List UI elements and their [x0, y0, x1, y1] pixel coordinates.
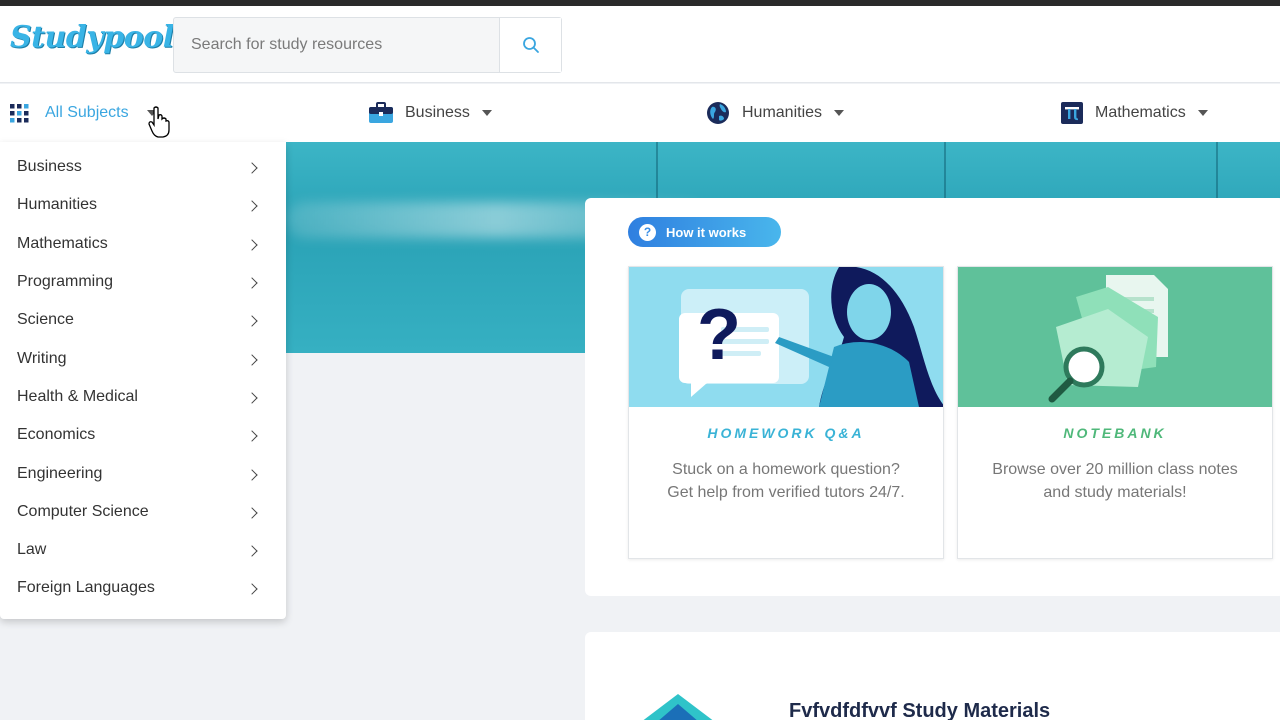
chevron-right-icon — [246, 392, 258, 404]
pi-icon — [1061, 102, 1083, 124]
nav-mathematics[interactable]: Mathematics — [1061, 84, 1208, 142]
homework-qa-desc-line2: Get help from verified tutors 24/7. — [667, 484, 905, 501]
dropdown-item-label: Economics — [17, 426, 96, 444]
dropdown-item-law[interactable]: Law — [0, 531, 286, 569]
how-it-works-button[interactable]: ? How it works — [628, 217, 781, 247]
studypool-logo[interactable]: Studypool — [10, 20, 174, 55]
dropdown-item-economics[interactable]: Economics — [0, 416, 286, 454]
notebank-description: Browse over 20 million class notes and s… — [980, 458, 1250, 504]
dropdown-item-humanities[interactable]: Humanities — [0, 186, 286, 224]
dropdown-item-label: Law — [17, 541, 47, 559]
dropdown-item-label: Foreign Languages — [17, 579, 155, 597]
briefcase-icon — [369, 102, 393, 123]
chevron-down-icon — [481, 110, 492, 116]
chevron-right-icon — [246, 353, 258, 366]
chevron-down-icon — [834, 110, 845, 116]
homework-illustration: ? — [629, 267, 943, 407]
homework-qa-title: HOMEWORK Q&A — [707, 425, 865, 441]
study-materials-heading: Fvfvdfdfvvf Study Materials — [789, 700, 1051, 720]
search-box — [173, 17, 562, 73]
all-subjects-label: All Subjects — [45, 104, 129, 121]
notebank-desc-line1: Browse over 20 million class notes — [992, 461, 1238, 478]
nav-business[interactable]: Business — [369, 84, 492, 142]
homework-qa-card[interactable]: ? HOMEWORK Q&A Stuck on a homework quest… — [628, 266, 944, 559]
chevron-right-icon — [246, 430, 258, 442]
notebank-title: NOTEBANK — [1063, 425, 1167, 441]
dropdown-item-label: Humanities — [17, 196, 98, 214]
nav-humanities-label: Humanities — [742, 104, 823, 121]
all-subjects-menu[interactable]: All Subjects — [10, 84, 157, 142]
dropdown-item-label: Computer Science — [17, 502, 149, 520]
chevron-right-icon — [246, 507, 258, 519]
dropdown-item-label: Science — [17, 311, 74, 329]
chevron-right-icon — [246, 239, 258, 251]
how-it-works-label: How it works — [666, 224, 747, 240]
chevron-right-icon — [246, 545, 258, 557]
nav-business-label: Business — [405, 104, 470, 121]
dropdown-item-label: Business — [17, 158, 82, 176]
question-icon: ? — [639, 223, 656, 241]
dropdown-item-science[interactable]: Science — [0, 301, 286, 339]
chevron-right-icon — [246, 583, 258, 596]
dropdown-item-label: Engineering — [17, 464, 103, 482]
dropdown-item-business[interactable]: Business — [0, 148, 286, 186]
chevron-right-icon — [246, 162, 258, 174]
materials-gem-icon — [643, 694, 713, 720]
hand-cursor-icon — [148, 106, 170, 138]
dropdown-item-label: Writing — [17, 349, 67, 367]
chevron-right-icon — [246, 277, 258, 289]
search-button[interactable] — [499, 18, 561, 72]
notebank-desc-line2: and study materials! — [1043, 484, 1187, 501]
homework-qa-description: Stuck on a homework question? Get help f… — [651, 458, 921, 504]
dropdown-item-programming[interactable]: Programming — [0, 263, 286, 301]
globe-icon — [707, 102, 729, 124]
chevron-down-icon — [1197, 110, 1208, 116]
dropdown-item-label: Mathematics — [17, 234, 108, 252]
dropdown-item-foreign-languages[interactable]: Foreign Languages — [0, 569, 286, 607]
dropdown-item-engineering[interactable]: Engineering — [0, 454, 286, 492]
dropdown-item-writing[interactable]: Writing — [0, 339, 286, 377]
dropdown-item-mathematics[interactable]: Mathematics — [0, 225, 286, 263]
notebank-illustration — [958, 267, 1272, 407]
site-header: Studypool — [0, 6, 1280, 83]
chevron-right-icon — [246, 315, 258, 327]
dropdown-item-label: Health & Medical — [17, 387, 138, 405]
study-materials-card: Fvfvdfdfvvf Study Materials — [585, 632, 1280, 720]
search-input[interactable] — [174, 18, 500, 72]
features-card: ? How it works ? HOMEWORK Q&A Stuck on a… — [585, 198, 1280, 596]
svg-text:?: ? — [697, 295, 741, 375]
subject-nav: All Subjects Business Humanities Mathema… — [0, 84, 1280, 142]
dropdown-item-computer-science[interactable]: Computer Science — [0, 493, 286, 531]
nav-mathematics-label: Mathematics — [1095, 104, 1186, 121]
homework-qa-desc-line1: Stuck on a homework question? — [672, 461, 900, 478]
dropdown-item-label: Programming — [17, 273, 114, 291]
dropdown-item-health-medical[interactable]: Health & Medical — [0, 378, 286, 416]
nav-humanities[interactable]: Humanities — [706, 84, 845, 142]
search-icon — [522, 37, 539, 53]
subjects-dropdown: Business Humanities Mathematics Programm… — [0, 142, 286, 619]
chevron-right-icon — [246, 468, 258, 481]
notebank-card[interactable]: NOTEBANK Browse over 20 million class no… — [957, 266, 1273, 559]
grid-icon — [10, 103, 29, 122]
chevron-right-icon — [246, 200, 258, 213]
